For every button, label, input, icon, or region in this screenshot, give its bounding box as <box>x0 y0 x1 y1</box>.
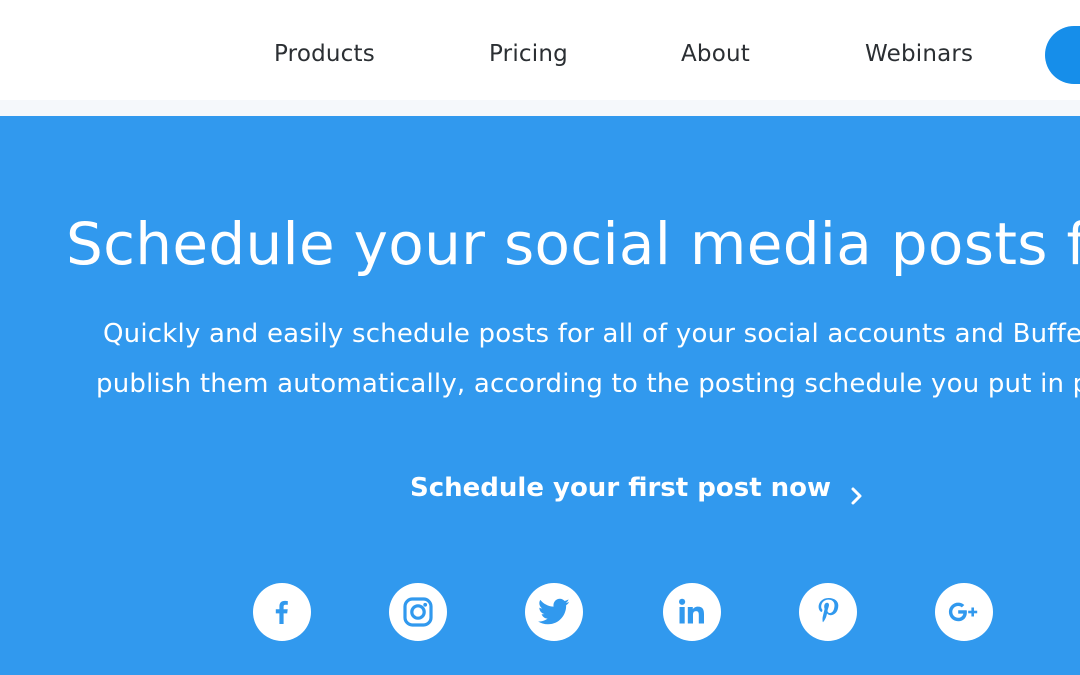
header-divider <box>0 100 1080 116</box>
facebook-icon[interactable] <box>253 583 311 641</box>
nav-pricing-link[interactable]: Pricing <box>489 38 568 70</box>
page: Products Pricing About Webinars Schedule… <box>0 0 1080 675</box>
instagram-icon[interactable] <box>389 583 447 641</box>
header-cta-button[interactable] <box>1045 26 1080 84</box>
google-plus-icon[interactable] <box>935 583 993 641</box>
twitter-icon[interactable] <box>525 583 583 641</box>
schedule-first-post-link[interactable]: Schedule your first post now <box>410 468 865 508</box>
hero-title: Schedule your social media posts for la <box>66 210 1080 278</box>
nav-products-link[interactable]: Products <box>274 38 375 70</box>
hero-subtitle-line-1: Quickly and easily schedule posts for al… <box>103 319 1080 349</box>
pinterest-icon[interactable] <box>799 583 857 641</box>
hero-section: Schedule your social media posts for la … <box>0 116 1080 675</box>
schedule-first-post-label: Schedule your first post now <box>410 473 832 503</box>
chevron-right-icon <box>849 478 865 505</box>
nav-about-link[interactable]: About <box>681 38 750 70</box>
site-header: Products Pricing About Webinars <box>0 0 1080 100</box>
nav-webinars-link[interactable]: Webinars <box>865 38 973 70</box>
linkedin-icon[interactable] <box>663 583 721 641</box>
hero-subtitle-line-2: publish them automatically, according to… <box>96 369 1080 399</box>
